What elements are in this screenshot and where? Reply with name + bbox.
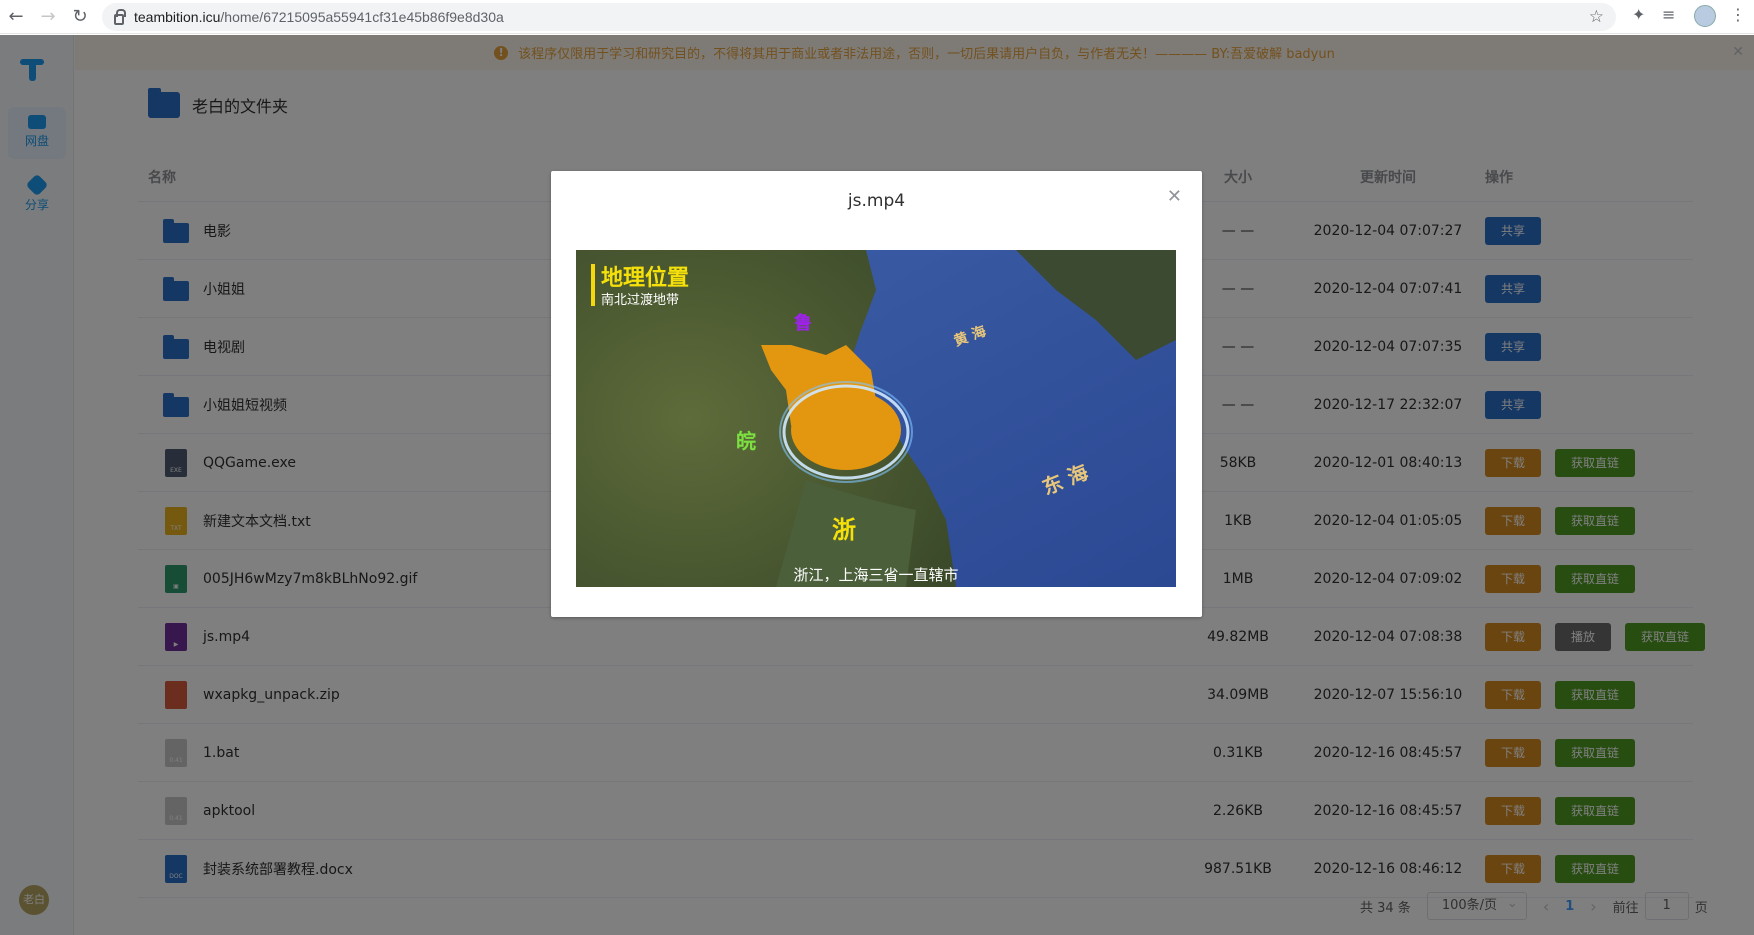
- video-caption: 浙江，上海三省一直辖市: [793, 566, 958, 584]
- video-player[interactable]: 地理位置 南北过渡地带 鲁 皖 浙 黄 海 东 海 浙江，上海三省一直辖市: [576, 250, 1176, 587]
- map-label-lu: 鲁: [794, 312, 812, 334]
- forward-icon[interactable]: →: [32, 0, 64, 34]
- address-bar[interactable]: teambition.icu/home/67215095a55941cf31e4…: [102, 3, 1616, 31]
- browser-toolbar: ← → ↻ teambition.icu/home/67215095a55941…: [0, 0, 1754, 34]
- close-icon[interactable]: ✕: [1167, 186, 1182, 207]
- lock-icon: [114, 8, 126, 25]
- video-dialog: js.mp4 ✕ 地理位置 南北过渡地带 鲁 皖 浙 黄 海 东 海 浙江，上海…: [551, 171, 1202, 617]
- video-subheading: 南北过渡地带: [601, 292, 679, 308]
- map-label-zhe: 浙: [832, 516, 856, 544]
- url-host: teambition.icu: [134, 9, 221, 25]
- menu-kebab-icon[interactable]: ⋮: [1730, 5, 1746, 24]
- url-path: /home/67215095a55941cf31e45b86f9e8d30a: [220, 9, 504, 25]
- reload-icon[interactable]: ↻: [64, 0, 96, 34]
- video-frame: 地理位置 南北过渡地带 鲁 皖 浙 黄 海 东 海 浙江，上海三省一直辖市: [576, 250, 1176, 587]
- dialog-title: js.mp4: [847, 191, 906, 211]
- extensions-icon[interactable]: ✦: [1632, 5, 1645, 24]
- profile-avatar[interactable]: [1694, 5, 1716, 27]
- reading-list-icon[interactable]: ≡: [1662, 5, 1675, 24]
- video-heading: 地理位置: [601, 265, 689, 291]
- map-label-wan: 皖: [736, 429, 756, 453]
- bookmark-star-icon[interactable]: ☆: [1589, 7, 1604, 27]
- back-icon[interactable]: ←: [0, 0, 32, 34]
